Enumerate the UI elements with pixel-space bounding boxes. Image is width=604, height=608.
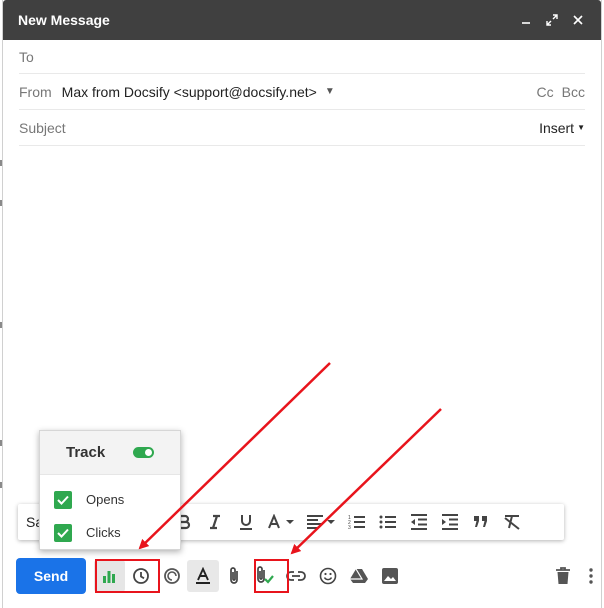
minimize-icon[interactable]	[515, 9, 537, 31]
screenshot-stage: New Message To From Max from Docsify <su…	[0, 0, 604, 608]
track-popup-header: Track	[40, 431, 180, 475]
clicks-label: Clicks	[86, 525, 121, 540]
chevron-down-icon[interactable]: ▼	[325, 86, 335, 97]
formatting-icon[interactable]	[187, 560, 219, 592]
insert-label: Insert	[539, 119, 575, 136]
bottom-toolbar: Send	[0, 556, 604, 596]
from-value[interactable]: Max from Docsify <support@docsify.net>	[62, 84, 317, 100]
track-popup-title: Track	[66, 444, 106, 461]
align-icon[interactable]	[301, 504, 341, 540]
schedule-clock-icon[interactable]	[125, 560, 156, 592]
to-field[interactable]: To	[19, 40, 585, 74]
track-option-opens[interactable]: Opens	[40, 483, 180, 516]
docsify-icon[interactable]	[156, 560, 187, 592]
insert-menu[interactable]: Insert ▼	[539, 120, 585, 136]
from-field: From Max from Docsify <support@docsify.n…	[19, 74, 585, 110]
subject-placeholder: Subject	[19, 119, 66, 136]
clicks-checkbox[interactable]	[54, 523, 72, 542]
compose-titlebar: New Message	[3, 0, 601, 40]
from-label: From	[19, 83, 52, 100]
bcc-link[interactable]: Bcc	[562, 84, 585, 100]
insert-caret-icon: ▼	[577, 123, 585, 132]
quote-icon[interactable]	[465, 504, 496, 540]
attach-icon[interactable]	[219, 560, 250, 592]
subject-field[interactable]: Subject Insert ▼	[19, 110, 585, 146]
window-controls	[515, 9, 589, 31]
expand-icon[interactable]	[541, 9, 563, 31]
indent-more-icon[interactable]	[434, 504, 465, 540]
window-title: New Message	[18, 12, 110, 28]
more-options-icon[interactable]	[579, 560, 604, 592]
numbered-list-icon[interactable]: 123	[341, 504, 372, 540]
svg-text:3: 3	[348, 525, 351, 530]
close-icon[interactable]	[567, 9, 589, 31]
send-button[interactable]: Send	[16, 558, 87, 594]
opens-label: Opens	[86, 492, 125, 507]
opens-checkbox[interactable]	[54, 490, 72, 509]
cc-bcc-links: Cc Bcc	[537, 84, 585, 100]
toggle-knob	[145, 449, 152, 456]
track-toggle[interactable]	[133, 447, 154, 458]
indent-less-icon[interactable]	[403, 504, 434, 540]
link-icon[interactable]	[281, 560, 312, 592]
italic-icon[interactable]	[199, 504, 230, 540]
cc-link[interactable]: Cc	[537, 84, 554, 100]
drive-icon[interactable]	[343, 560, 374, 592]
photo-icon[interactable]	[374, 560, 405, 592]
secure-attach-icon[interactable]	[250, 560, 281, 592]
to-label: To	[19, 48, 34, 65]
text-color-icon[interactable]	[261, 504, 301, 540]
remove-formatting-icon[interactable]	[496, 504, 527, 540]
track-popup: Track Opens Clicks	[39, 430, 181, 550]
emoji-icon[interactable]	[312, 560, 343, 592]
bulleted-list-icon[interactable]	[372, 504, 403, 540]
track-chart-icon[interactable]	[93, 560, 126, 592]
track-option-clicks[interactable]: Clicks	[40, 516, 180, 549]
underline-icon[interactable]	[230, 504, 261, 540]
trash-icon[interactable]	[548, 560, 579, 592]
